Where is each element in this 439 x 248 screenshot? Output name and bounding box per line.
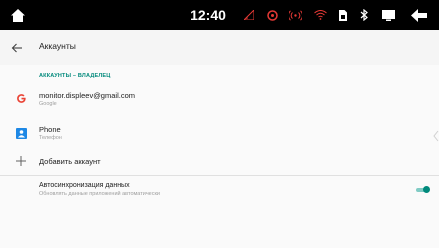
accounts-list: АККАУНТЫ – ВЛАДЕЛЕЦ monitor.displeev@gma… — [0, 65, 439, 248]
app-bar: Аккаунты — [0, 30, 439, 65]
auto-sync-toggle[interactable] — [416, 186, 430, 193]
page-title: Аккаунты — [39, 41, 76, 51]
bluetooth-icon — [358, 0, 370, 30]
status-bar: 12:40 — [0, 0, 439, 30]
home-icon[interactable] — [10, 0, 26, 30]
auto-sync-title: Автосинхронизация данных — [39, 182, 130, 189]
account-name: Phone — [39, 125, 61, 134]
account-email: monitor.displeev@gmail.com — [39, 91, 135, 100]
back-icon[interactable] — [409, 0, 429, 30]
chevron-left-icon[interactable] — [433, 129, 439, 142]
add-account-label: Добавить аккаунт — [39, 157, 101, 166]
auto-sync-row[interactable]: Автосинхронизация данных Обновлять данны… — [0, 178, 439, 208]
hotspot-icon — [288, 0, 302, 30]
sim-icon — [337, 0, 349, 30]
screen-icon — [380, 0, 396, 30]
account-type: Телефон — [39, 135, 62, 141]
vpn-icon — [266, 0, 278, 30]
plus-icon — [15, 155, 27, 167]
account-type: Google — [39, 101, 57, 107]
phone-account-icon — [15, 127, 27, 139]
arrow-left-icon[interactable] — [11, 41, 23, 53]
google-icon — [15, 92, 27, 104]
auto-sync-subtitle: Обновлять данные приложений автоматическ… — [39, 191, 160, 197]
add-account-row[interactable]: Добавить аккаунт — [0, 152, 439, 172]
account-row-google[interactable]: monitor.displeev@gmail.com Google — [0, 84, 439, 114]
wifi-icon — [313, 0, 327, 30]
no-signal-icon — [243, 0, 255, 30]
divider — [0, 175, 439, 176]
section-header-owner: АККАУНТЫ – ВЛАДЕЛЕЦ — [39, 73, 111, 79]
account-row-phone[interactable]: Phone Телефон — [0, 118, 439, 148]
clock-time: 12:40 — [190, 7, 226, 23]
